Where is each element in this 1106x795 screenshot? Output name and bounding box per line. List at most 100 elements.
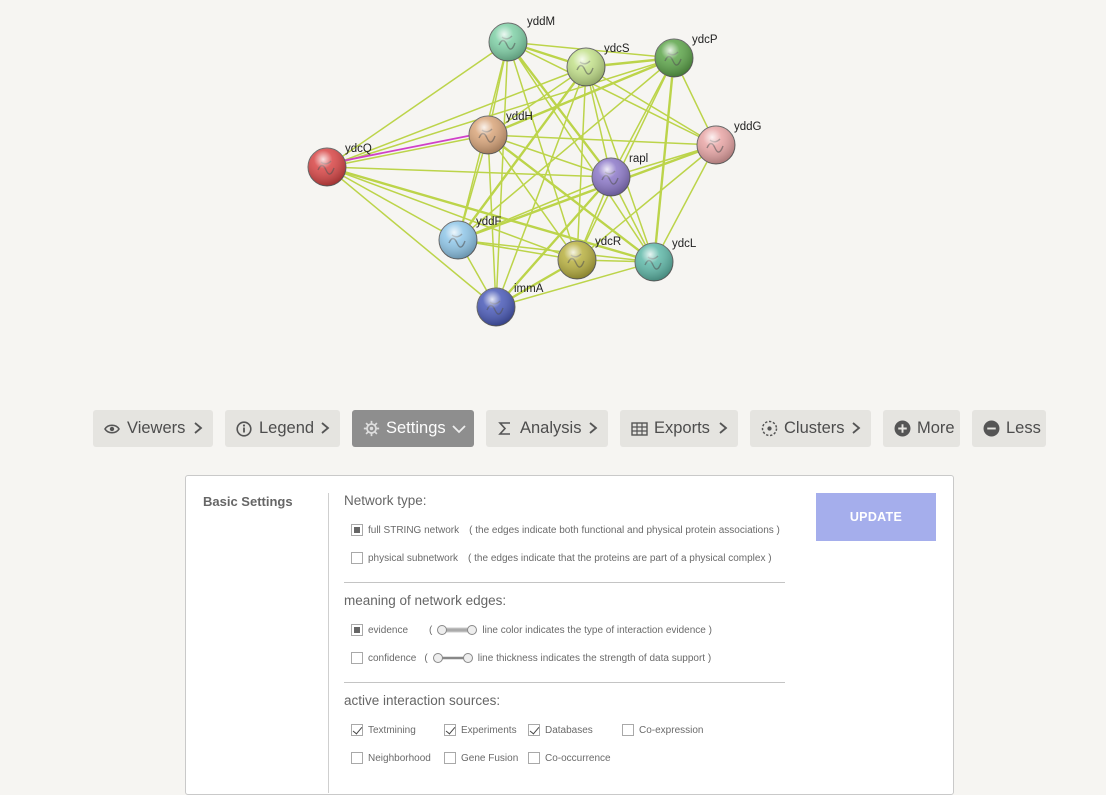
option-label: physical subnetwork: [368, 552, 459, 564]
settings-button[interactable]: Settings: [352, 410, 474, 447]
node-gloss: [477, 288, 515, 326]
panel-divider: [328, 493, 329, 793]
source-label: Co-occurrence: [545, 752, 611, 764]
source-label: Co-expression: [639, 724, 704, 736]
node-gloss: [489, 23, 527, 61]
node-label: yddM: [527, 16, 555, 28]
clusters-button[interactable]: Clusters: [750, 410, 871, 447]
option-desc: ( the edges indicate that the proteins a…: [468, 552, 772, 564]
textmining-checkbox[interactable]: [351, 724, 363, 736]
edge-yddF-ydcL[interactable]: [457, 239, 655, 263]
node-label: yddH: [506, 111, 533, 123]
exports-label: Exports: [654, 419, 710, 437]
analysis-button[interactable]: Analysis: [486, 410, 608, 447]
option-label: confidence: [368, 652, 417, 664]
node-label: ydcR: [595, 236, 621, 248]
edges-confidence-option[interactable]: confidence ( line thickness indicates th…: [351, 652, 711, 664]
chevron-right-icon: [719, 422, 728, 434]
edges-meaning-heading: meaning of network edges:: [344, 593, 507, 608]
source-gene-fusion[interactable]: Gene Fusion: [444, 752, 518, 764]
panel-title: Basic Settings: [203, 494, 293, 509]
source-cooccurrence[interactable]: Co-occurrence: [528, 752, 611, 764]
radio-confidence[interactable]: [351, 652, 363, 664]
clusters-icon: [760, 420, 778, 438]
open-paren: (: [429, 624, 433, 636]
open-paren: (: [424, 652, 428, 664]
databases-checkbox[interactable]: [528, 724, 540, 736]
option-label: evidence: [368, 624, 409, 636]
legend-button[interactable]: Legend: [225, 410, 340, 447]
option-desc: line thickness indicates the strength of…: [477, 652, 712, 664]
option-desc: line color indicates the type of interac…: [482, 624, 712, 636]
protein-network-graph[interactable]: yddM ydcS ydcP yddG yddH ydcQ rapl yddF ydcR ydcL…: [0, 0, 1106, 400]
node-gloss: [439, 221, 477, 259]
edge-ydcQ-yddF[interactable]: [326, 166, 459, 241]
edge-ydcQ-rapl[interactable]: [326, 166, 612, 178]
node-yddG[interactable]: yddG: [696, 121, 762, 165]
more-label: More: [917, 419, 955, 437]
node-label: yddG: [734, 121, 762, 133]
exports-button[interactable]: Exports: [620, 410, 738, 447]
legend-label: Legend: [259, 419, 315, 437]
node-gloss: [469, 116, 507, 154]
node-label: yddF: [476, 216, 502, 228]
radio-physical-subnetwork[interactable]: [351, 552, 363, 564]
sigma-icon: [496, 420, 514, 438]
minus-circle-icon: [982, 420, 1000, 438]
section-divider: [344, 682, 785, 683]
table-icon: [630, 420, 648, 438]
viewers-button[interactable]: Viewers: [93, 410, 213, 447]
eye-icon: [103, 420, 121, 438]
more-button[interactable]: More: [883, 410, 960, 447]
network-type-heading: Network type:: [344, 493, 427, 508]
source-textmining[interactable]: Textmining: [351, 724, 416, 736]
clusters-label: Clusters: [784, 419, 845, 437]
node-label: rapl: [629, 153, 648, 165]
network-type-physical-option[interactable]: physical subnetwork ( the edges indicate…: [351, 552, 772, 564]
info-icon: [235, 420, 253, 438]
plus-circle-icon: [893, 420, 911, 438]
node-gloss: [592, 158, 630, 196]
option-desc: ( the edges indicate both functional and…: [469, 524, 780, 536]
settings-label: Settings: [386, 419, 446, 437]
chevron-right-icon: [194, 422, 203, 434]
chevron-right-icon: [321, 422, 330, 434]
source-databases[interactable]: Databases: [528, 724, 593, 736]
edges-evidence-option[interactable]: evidence ( line color indicates the type…: [351, 624, 712, 636]
viewers-label: Viewers: [127, 419, 186, 437]
less-label: Less: [1006, 419, 1041, 437]
update-button[interactable]: UPDATE: [816, 493, 936, 541]
chevron-right-icon: [852, 422, 861, 434]
network-type-full-option[interactable]: full STRING network ( the edges indicate…: [351, 524, 780, 536]
experiments-checkbox[interactable]: [444, 724, 456, 736]
sources-heading: active interaction sources:: [344, 693, 501, 708]
settings-panel: Basic Settings Network type: full STRING…: [185, 475, 954, 795]
radio-evidence[interactable]: [351, 624, 363, 636]
source-label: Gene Fusion: [461, 752, 519, 764]
less-button[interactable]: Less: [972, 410, 1046, 447]
node-gloss: [655, 39, 693, 77]
radio-full-string[interactable]: [351, 524, 363, 536]
source-experiments[interactable]: Experiments: [444, 724, 517, 736]
gear-icon: [362, 420, 380, 438]
source-neighborhood[interactable]: Neighborhood: [351, 752, 431, 764]
chevron-right-icon: [589, 422, 598, 434]
node-label: ydcQ: [345, 143, 372, 155]
neighborhood-checkbox[interactable]: [351, 752, 363, 764]
cooccurrence-checkbox[interactable]: [528, 752, 540, 764]
source-coexpression[interactable]: Co-expression: [622, 724, 703, 736]
node-label: ydcL: [672, 238, 697, 250]
node-gloss: [697, 126, 735, 164]
node-gloss: [558, 241, 596, 279]
evidence-edge-icon: [437, 625, 478, 635]
node-ydcP[interactable]: ydcP: [654, 34, 718, 78]
node-label: ydcS: [604, 43, 630, 55]
source-label: Databases: [545, 724, 593, 736]
coexpression-checkbox[interactable]: [622, 724, 634, 736]
section-divider: [344, 582, 785, 583]
node-label: ydcP: [692, 34, 718, 46]
node-label: immA: [514, 283, 544, 295]
gene-fusion-checkbox[interactable]: [444, 752, 456, 764]
node-gloss: [635, 243, 673, 281]
node-gloss: [567, 48, 605, 86]
